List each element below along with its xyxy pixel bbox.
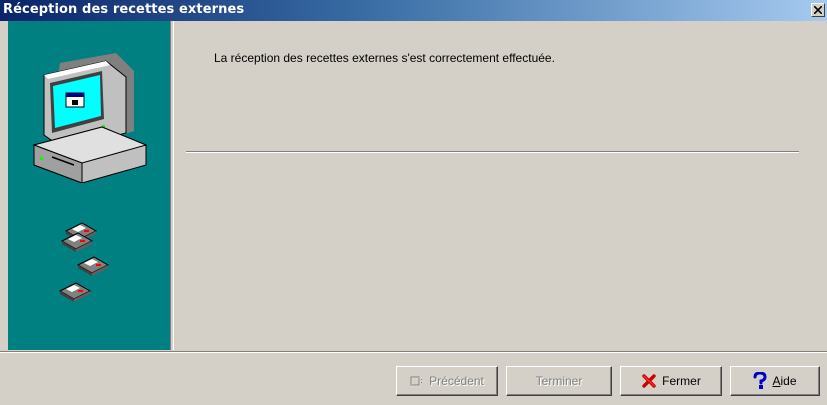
- question-mark-icon: [753, 372, 767, 390]
- close-button[interactable]: Fermer: [620, 366, 722, 396]
- close-icon: [814, 6, 822, 14]
- help-button[interactable]: Aide: [730, 366, 820, 396]
- wizard-window: Réception des recettes externes La récep…: [0, 0, 827, 405]
- floppy-disks-icon: [58, 222, 110, 302]
- wizard-side-panel: [8, 21, 170, 350]
- status-message: La réception des recettes externes s'est…: [214, 51, 555, 65]
- computer-icon: [32, 53, 148, 183]
- finish-label: Terminer: [535, 374, 583, 388]
- close-label: Fermer: [662, 374, 701, 388]
- close-window-button[interactable]: [811, 3, 825, 17]
- side-panel-border: [170, 21, 175, 350]
- red-x-icon: [641, 373, 657, 389]
- previous-button[interactable]: Précédent: [396, 366, 498, 396]
- content-separator: [186, 151, 799, 153]
- help-label: Aide: [772, 374, 797, 388]
- previous-label: Précédent: [429, 374, 484, 388]
- finish-button[interactable]: Terminer: [506, 366, 612, 396]
- title-bar[interactable]: Réception des recettes externes: [0, 0, 827, 21]
- window-title: Réception des recettes externes: [3, 2, 245, 17]
- footer-separator: [0, 351, 827, 353]
- back-icon: [410, 375, 424, 387]
